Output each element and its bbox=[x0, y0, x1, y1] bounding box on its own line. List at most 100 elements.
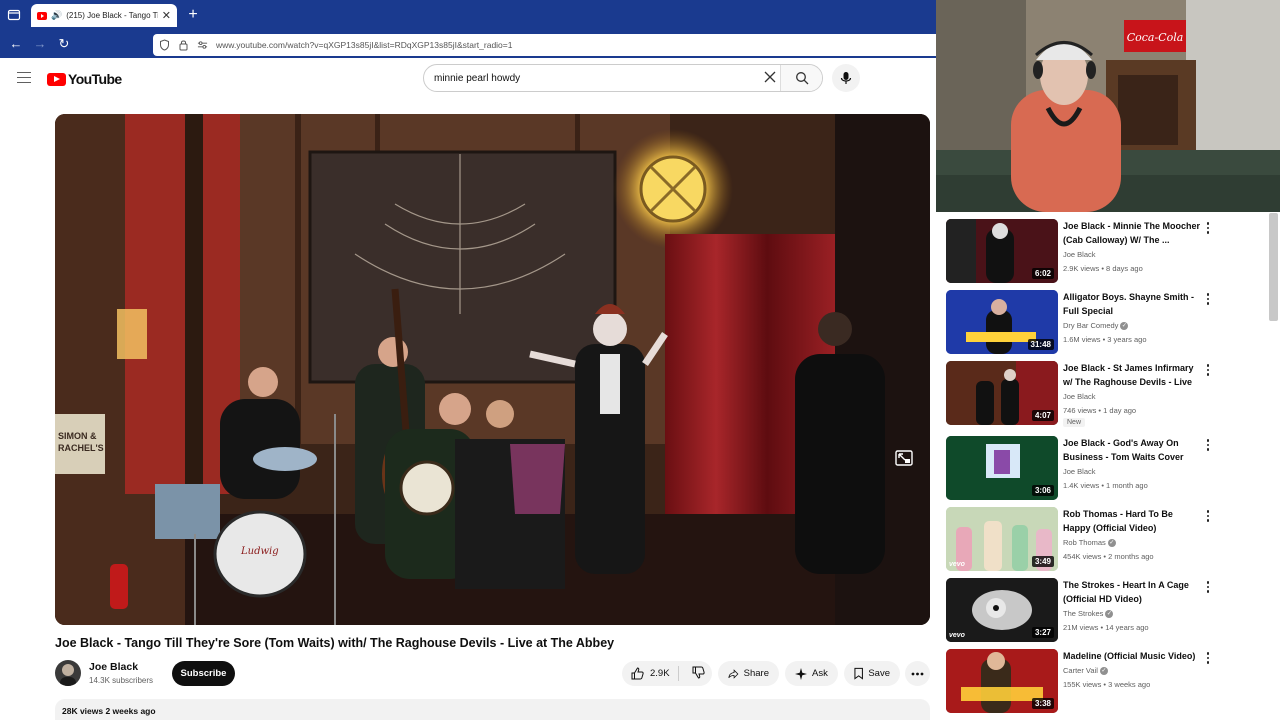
like-count: 2.9K bbox=[650, 668, 670, 679]
like-button[interactable]: 2.9K bbox=[622, 666, 679, 681]
video-thumbnail[interactable]: 3:38 bbox=[946, 649, 1058, 713]
verified-check-icon: ✓ bbox=[1099, 667, 1108, 676]
address-bar[interactable]: www.youtube.com/watch?v=qXGP13s85jI&list… bbox=[153, 34, 936, 56]
vevo-logo: vevo bbox=[949, 561, 965, 568]
thumbs-down-icon bbox=[692, 666, 705, 679]
more-vertical-icon[interactable] bbox=[1205, 221, 1211, 235]
recommendation-item[interactable]: vevo 3:49 Rob Thomas - Hard To Be Happy … bbox=[946, 507, 1266, 575]
recommendation-title[interactable]: The Strokes - Heart In A Cage (Official … bbox=[1063, 578, 1201, 606]
poster-text: SIMON & bbox=[58, 431, 97, 441]
youtube-logo[interactable]: YouTube bbox=[47, 71, 122, 87]
youtube-logo-text: YouTube bbox=[68, 71, 122, 87]
youtube-favicon-icon bbox=[37, 11, 47, 20]
clear-search-icon[interactable] bbox=[762, 70, 778, 86]
recommendation-item[interactable]: 4:07 Joe Black - St James Infirmary w/ T… bbox=[946, 361, 1266, 429]
shield-icon[interactable] bbox=[159, 39, 170, 51]
share-icon bbox=[728, 668, 739, 679]
recommendation-meta: 746 views • 1 day ago bbox=[1063, 406, 1137, 415]
recommendation-channel[interactable]: Joe Black bbox=[1063, 250, 1096, 259]
recommendation-title[interactable]: Rob Thomas - Hard To Be Happy (Official … bbox=[1063, 507, 1201, 535]
channel-name-text: Carter Vail bbox=[1063, 666, 1098, 675]
video-thumbnail[interactable]: vevo 3:49 bbox=[946, 507, 1058, 571]
webcam-image: Coca-Cola bbox=[936, 0, 1280, 212]
video-duration: 3:49 bbox=[1031, 556, 1054, 567]
search-button[interactable] bbox=[780, 65, 822, 91]
more-vertical-icon[interactable] bbox=[1205, 651, 1211, 665]
youtube-play-icon bbox=[47, 72, 66, 86]
thumbs-up-icon bbox=[631, 667, 644, 680]
reload-icon[interactable]: ↻ bbox=[56, 36, 72, 52]
recommendation-meta: 2.9K views • 8 days ago bbox=[1063, 264, 1143, 273]
video-player[interactable]: SIMON & RACHEL'S Ludwig bbox=[55, 114, 930, 625]
recommendation-title[interactable]: Alligator Boys. Shayne Smith - Full Spec… bbox=[1063, 290, 1201, 318]
video-duration: 6:02 bbox=[1031, 268, 1054, 279]
channel-avatar[interactable] bbox=[55, 660, 81, 686]
recommendation-meta: 1.4K views • 1 month ago bbox=[1063, 481, 1148, 490]
recommendation-channel[interactable]: The Strokes ✓ bbox=[1063, 609, 1114, 619]
video-thumbnail[interactable]: 4:07 bbox=[946, 361, 1058, 425]
video-duration: 3:27 bbox=[1031, 627, 1054, 638]
coca-cola-sign: Coca-Cola bbox=[1127, 31, 1184, 44]
ask-button[interactable]: Ask bbox=[785, 661, 838, 686]
tab-title: (215) Joe Black - Tango Till bbox=[66, 11, 158, 20]
video-thumbnail[interactable]: 3:06 bbox=[946, 436, 1058, 500]
verified-check-icon: ✓ bbox=[1105, 610, 1114, 619]
subscribe-button[interactable]: Subscribe bbox=[172, 661, 235, 686]
recommendation-item[interactable]: 3:38 Madeline (Official Music Video) Car… bbox=[946, 649, 1266, 717]
more-vertical-icon[interactable] bbox=[1205, 363, 1211, 377]
recommendation-title[interactable]: Joe Black - Minnie The Moocher (Cab Call… bbox=[1063, 219, 1201, 247]
video-duration: 3:06 bbox=[1031, 485, 1054, 496]
menu-hamburger-icon[interactable] bbox=[17, 72, 31, 83]
video-title: Joe Black - Tango Till They're Sore (Tom… bbox=[55, 636, 615, 650]
recommendation-channel[interactable]: Rob Thomas ✓ bbox=[1063, 538, 1116, 548]
forward-arrow-icon[interactable]: → bbox=[32, 36, 48, 52]
recommendation-title[interactable]: Joe Black - St James Infirmary w/ The Ra… bbox=[1063, 361, 1201, 389]
screen: 🔊 (215) Joe Black - Tango Till ✕ + ← → ↻… bbox=[0, 0, 1280, 720]
recommendation-item[interactable]: 31:48 Alligator Boys. Shayne Smith - Ful… bbox=[946, 290, 1266, 358]
lock-icon[interactable] bbox=[178, 39, 189, 51]
save-button[interactable]: Save bbox=[844, 661, 900, 686]
miniplayer-icon[interactable] bbox=[895, 450, 913, 466]
recommendation-channel[interactable]: Carter Vail ✓ bbox=[1063, 666, 1108, 676]
back-arrow-icon[interactable]: ← bbox=[8, 36, 24, 52]
more-actions-button[interactable] bbox=[905, 661, 930, 686]
more-vertical-icon[interactable] bbox=[1205, 438, 1211, 452]
dislike-button[interactable] bbox=[684, 666, 713, 682]
recommendation-item[interactable]: 6:02 Joe Black - Minnie The Moocher (Cab… bbox=[946, 219, 1266, 287]
recommendation-item[interactable]: 3:06 Joe Black - God's Away On Business … bbox=[946, 436, 1266, 504]
recommendation-meta: 1.6M views • 3 years ago bbox=[1063, 335, 1147, 344]
permissions-icon[interactable] bbox=[197, 40, 208, 50]
video-thumbnail[interactable]: 6:02 bbox=[946, 219, 1058, 283]
close-tab-icon[interactable]: ✕ bbox=[162, 9, 171, 22]
bookmark-icon bbox=[854, 667, 863, 680]
video-duration: 3:38 bbox=[1031, 698, 1054, 709]
more-vertical-icon[interactable] bbox=[1205, 292, 1211, 306]
microphone-icon bbox=[840, 72, 852, 84]
recommendation-channel[interactable]: Joe Black bbox=[1063, 467, 1096, 476]
vevo-logo: vevo bbox=[949, 632, 965, 639]
more-vertical-icon[interactable] bbox=[1205, 580, 1211, 594]
verified-check-icon: ✓ bbox=[1120, 322, 1129, 331]
browser-tab-active[interactable]: 🔊 (215) Joe Black - Tango Till ✕ bbox=[31, 4, 177, 27]
more-vertical-icon[interactable] bbox=[1205, 509, 1211, 523]
recommendation-channel[interactable]: Joe Black bbox=[1063, 392, 1096, 401]
recommendation-item[interactable]: vevo 3:27 The Strokes - Heart In A Cage … bbox=[946, 578, 1266, 646]
description-box[interactable] bbox=[55, 699, 930, 720]
channel-name[interactable]: Joe Black bbox=[89, 661, 138, 673]
video-thumbnail[interactable]: 31:48 bbox=[946, 290, 1058, 354]
browser-nav-bar: ← → ↻ www.youtube.com/watch?v=qXGP13s85j… bbox=[0, 31, 936, 58]
tab-list-icon[interactable] bbox=[7, 8, 21, 22]
speaker-icon[interactable]: 🔊 bbox=[51, 10, 62, 21]
video-thumbnail[interactable]: vevo 3:27 bbox=[946, 578, 1058, 642]
share-button[interactable]: Share bbox=[718, 661, 779, 686]
sidebar-scrollbar[interactable] bbox=[1269, 213, 1278, 321]
search-input[interactable] bbox=[434, 68, 754, 88]
new-tab-icon[interactable]: + bbox=[186, 5, 200, 25]
recommendation-title[interactable]: Joe Black - God's Away On Business - Tom… bbox=[1063, 436, 1201, 464]
ask-label: Ask bbox=[812, 668, 828, 679]
recommendation-title[interactable]: Madeline (Official Music Video) bbox=[1063, 649, 1201, 663]
voice-search-button[interactable] bbox=[832, 64, 860, 92]
channel-name-text: Rob Thomas bbox=[1063, 538, 1106, 547]
browser-tab-bar: 🔊 (215) Joe Black - Tango Till ✕ + bbox=[0, 0, 936, 31]
recommendation-channel[interactable]: Dry Bar Comedy ✓ bbox=[1063, 321, 1129, 331]
